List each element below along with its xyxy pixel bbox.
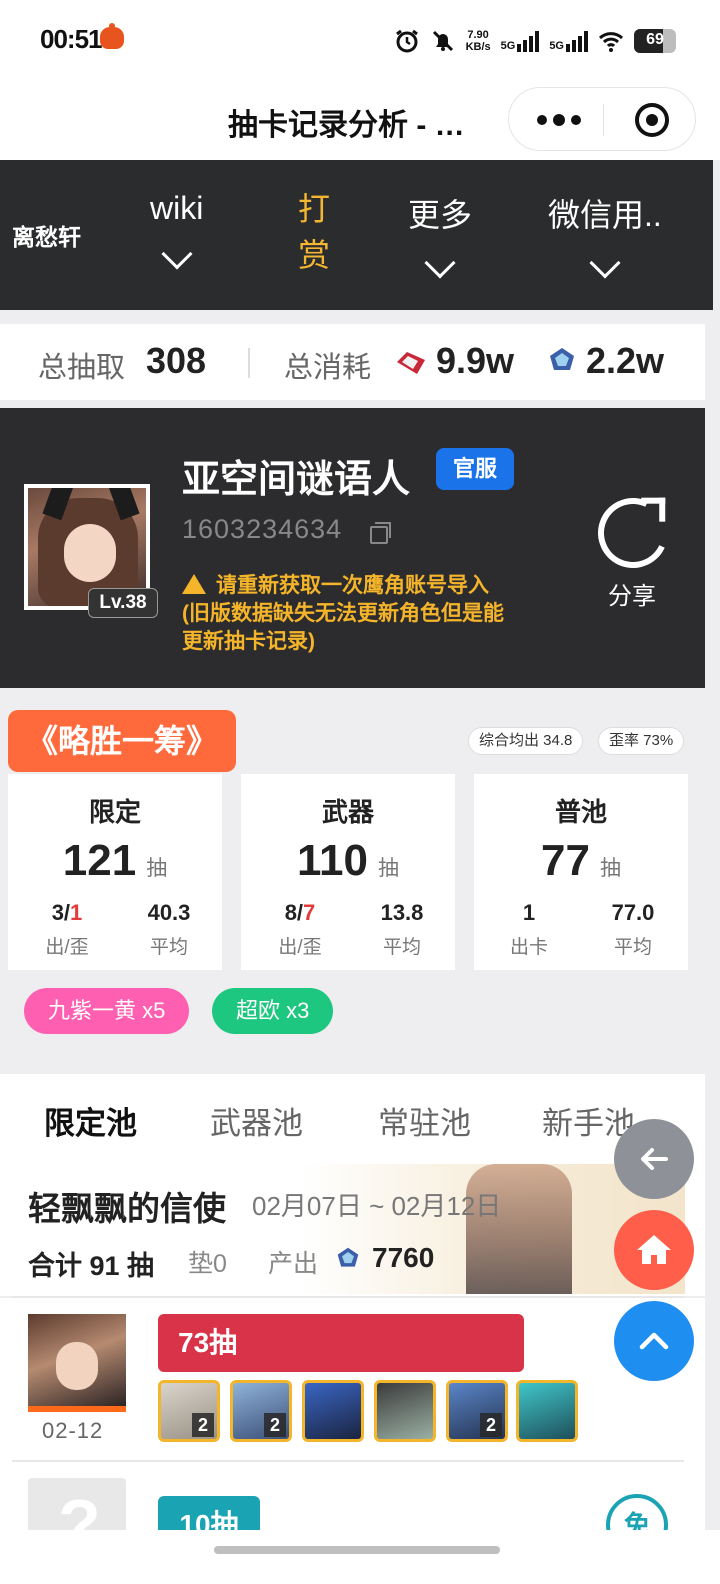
originite-icon — [337, 1247, 359, 1267]
tab-weapon[interactable]: 武器池 — [210, 1098, 303, 1143]
operator-thumb[interactable] — [374, 1380, 436, 1442]
banner-total: 合计 91 抽 — [28, 1251, 155, 1281]
banner-output-label: 产出 — [268, 1250, 319, 1278]
mini-program-capsule — [508, 87, 696, 151]
title-bar: 抽卡记录分析 - … — [0, 80, 720, 160]
operator-thumb[interactable]: 2 — [230, 1380, 292, 1442]
banner-date: 02月07日 ~ 02月12日 — [252, 1191, 502, 1221]
player-uid: 1603234634 — [182, 514, 343, 544]
home-button[interactable] — [614, 1210, 694, 1290]
chip-super-lucky: 超欧 x3 — [212, 988, 334, 1034]
cost-blue-value: 2.2w — [586, 340, 665, 381]
mute-bell-icon — [432, 30, 453, 52]
chip-nine-purple: 九紫一黄 x5 — [24, 988, 190, 1034]
operator-thumb[interactable] — [302, 1380, 364, 1442]
tab-standard[interactable]: 常驻池 — [378, 1098, 471, 1143]
record-date: 02-12 — [42, 1418, 104, 1443]
stat-card-standard: 普池 77 抽 1 77.0 出卡 平均 — [474, 774, 688, 970]
banner-pity: 垫0 — [188, 1250, 227, 1278]
total-value: 308 — [146, 340, 207, 381]
signal-sim1-icon: 5G — [501, 30, 540, 52]
server-badge: 官服 — [436, 448, 514, 490]
tab-limited[interactable]: 限定池 — [44, 1098, 137, 1153]
operator-thumb[interactable]: 2 — [158, 1380, 220, 1442]
status-time: 00:51 — [40, 24, 102, 54]
copy-icon[interactable] — [370, 522, 391, 544]
skew-rate-pill: 歪率 73% — [598, 727, 685, 755]
average-pill: 综合均出 34.8 — [468, 727, 584, 755]
nav-item-wiki[interactable]: wiki — [150, 190, 203, 270]
net-speed: 7.90 KB/s — [465, 29, 491, 53]
level-badge: Lv.38 — [88, 588, 158, 618]
home-icon — [637, 1235, 671, 1264]
player-name: 亚空间谜语人 — [182, 459, 411, 501]
luck-rating-tag: 《略胜一筹》 — [8, 710, 236, 772]
pool-tabs: 限定池 武器池 常驻池 新手池 — [0, 1074, 705, 1153]
total-label: 总抽取 — [38, 352, 126, 384]
back-button[interactable] — [614, 1119, 694, 1199]
warning-icon — [182, 574, 206, 594]
chevron-down-icon — [589, 247, 621, 279]
banner-header: 轻飘飘的信使 02月07日 ~ 02月12日 合计 91 抽 垫0 产出 776… — [0, 1146, 705, 1296]
scroll-top-button[interactable] — [614, 1301, 694, 1381]
chevron-down-icon — [161, 238, 193, 270]
page-title: 抽卡记录分析 - … — [228, 109, 465, 142]
pull-record-list: 02-12 73抽 2 2 2 10抽 免 — [0, 1298, 705, 1530]
pull-summary: 总抽取 308 总消耗 9.9w 2.2w — [0, 324, 705, 400]
share-label[interactable]: 分享 — [608, 576, 656, 611]
placeholder-avatar — [28, 1478, 126, 1530]
close-mini-program-icon[interactable] — [635, 103, 669, 137]
banner-output-value: 7760 — [372, 1242, 435, 1273]
arrow-left-icon — [641, 1148, 668, 1170]
chevron-down-icon — [424, 247, 456, 279]
profile-card: Lv.38 亚空间谜语人 官服 1603234634 请重新获取一次鹰角账号导入… — [0, 408, 705, 688]
app-notification-icon — [100, 23, 124, 49]
home-indicator[interactable] — [214, 1546, 500, 1554]
signal-sim2-icon: 5G — [549, 30, 588, 52]
status-bar: 00:51 7.90 KB/s 5G 5G 69 — [0, 0, 720, 80]
battery-icon: 69 — [634, 29, 676, 53]
operator-thumb[interactable] — [516, 1380, 578, 1442]
banner-name: 轻飘飘的信使 — [28, 1190, 226, 1227]
wifi-icon — [598, 32, 624, 52]
alarm-icon — [395, 29, 418, 53]
top-nav: 离愁轩 wiki 打赏 更多 微信用.. — [0, 160, 713, 310]
orundum-icon — [397, 352, 425, 374]
free-badge: 免 — [606, 1494, 668, 1530]
cost-red-value: 9.9w — [436, 340, 515, 381]
originite-icon — [550, 348, 574, 370]
nav-item-wechat[interactable]: 微信用.. — [548, 190, 662, 279]
stat-card-weapon: 武器 110 抽 8/7 13.8 出/歪 平均 — [241, 774, 455, 970]
import-warning: 请重新获取一次鹰角账号导入 (旧版数据缺失无法更新角色但是能 更新抽卡记录) — [182, 574, 504, 653]
more-options-icon[interactable] — [537, 114, 581, 126]
chevron-up-icon — [639, 1332, 669, 1350]
record-avatar[interactable] — [28, 1314, 126, 1412]
banner-character-art — [466, 1164, 572, 1294]
operator-thumb[interactable]: 2 — [446, 1380, 508, 1442]
nav-item-donate[interactable]: 打赏 — [294, 186, 334, 278]
status-indicators: 7.90 KB/s 5G 5G 69 — [394, 26, 676, 56]
share-refresh-icon[interactable] — [588, 488, 678, 578]
record-pull-bar: 73抽 — [158, 1314, 524, 1372]
nav-item-more[interactable]: 更多 — [408, 190, 472, 279]
nav-brand[interactable]: 离愁轩 — [12, 218, 81, 252]
stat-card-limited: 限定 121 抽 3/1 40.3 出/歪 平均 — [8, 774, 222, 970]
record-pull-bar: 10抽 — [158, 1496, 260, 1530]
cost-label: 总消耗 — [284, 352, 372, 384]
